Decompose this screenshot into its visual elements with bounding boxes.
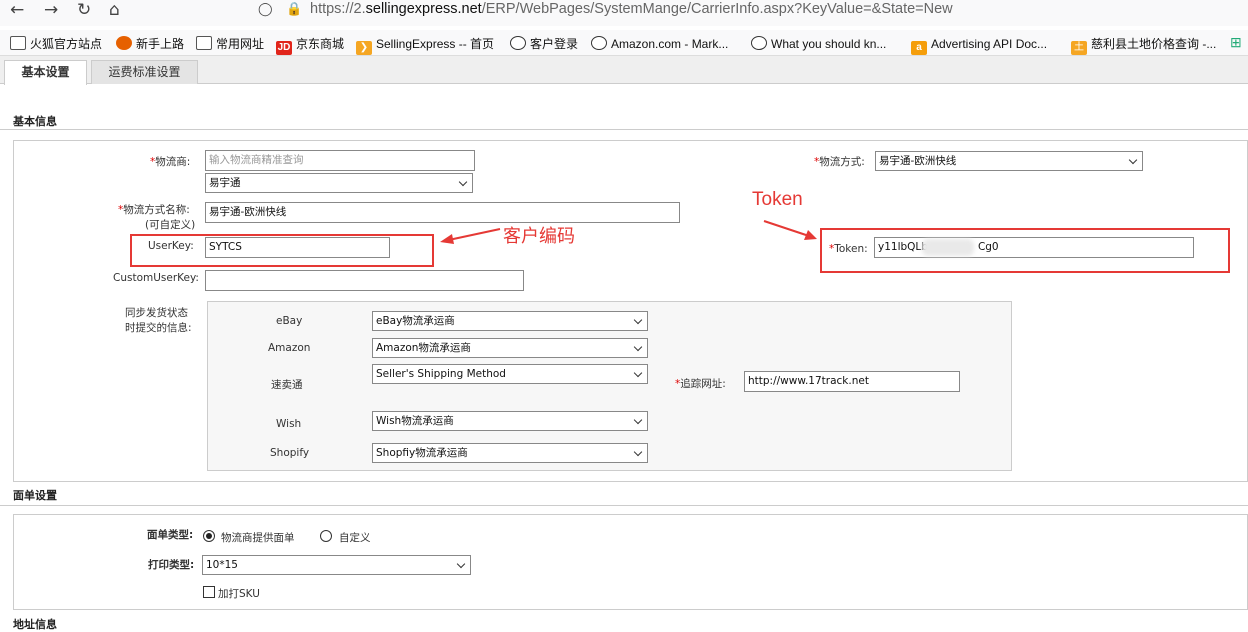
arrow-to-token-icon — [763, 220, 817, 240]
section-title-address: 地址信息 — [13, 618, 57, 631]
waybill-type-label: 面单类型: — [147, 529, 194, 541]
waybill-panel — [13, 514, 1248, 610]
arrow-to-userkey-icon — [440, 228, 501, 244]
waybill-type-radio-custom[interactable] — [320, 530, 332, 542]
section-divider — [0, 505, 1248, 506]
waybill-type-radio-carrier[interactable] — [203, 530, 215, 542]
print-type-label: 打印类型: — [148, 559, 195, 571]
print-sku-label: 加打SKU — [218, 588, 260, 600]
waybill-type-option-carrier: 物流商提供面单 — [221, 532, 295, 544]
waybill-type-option-custom: 自定义 — [339, 532, 371, 544]
print-type-select[interactable]: 10*15 — [202, 555, 471, 575]
section-title-waybill: 面单设置 — [13, 489, 57, 502]
print-sku-checkbox[interactable] — [203, 586, 215, 598]
